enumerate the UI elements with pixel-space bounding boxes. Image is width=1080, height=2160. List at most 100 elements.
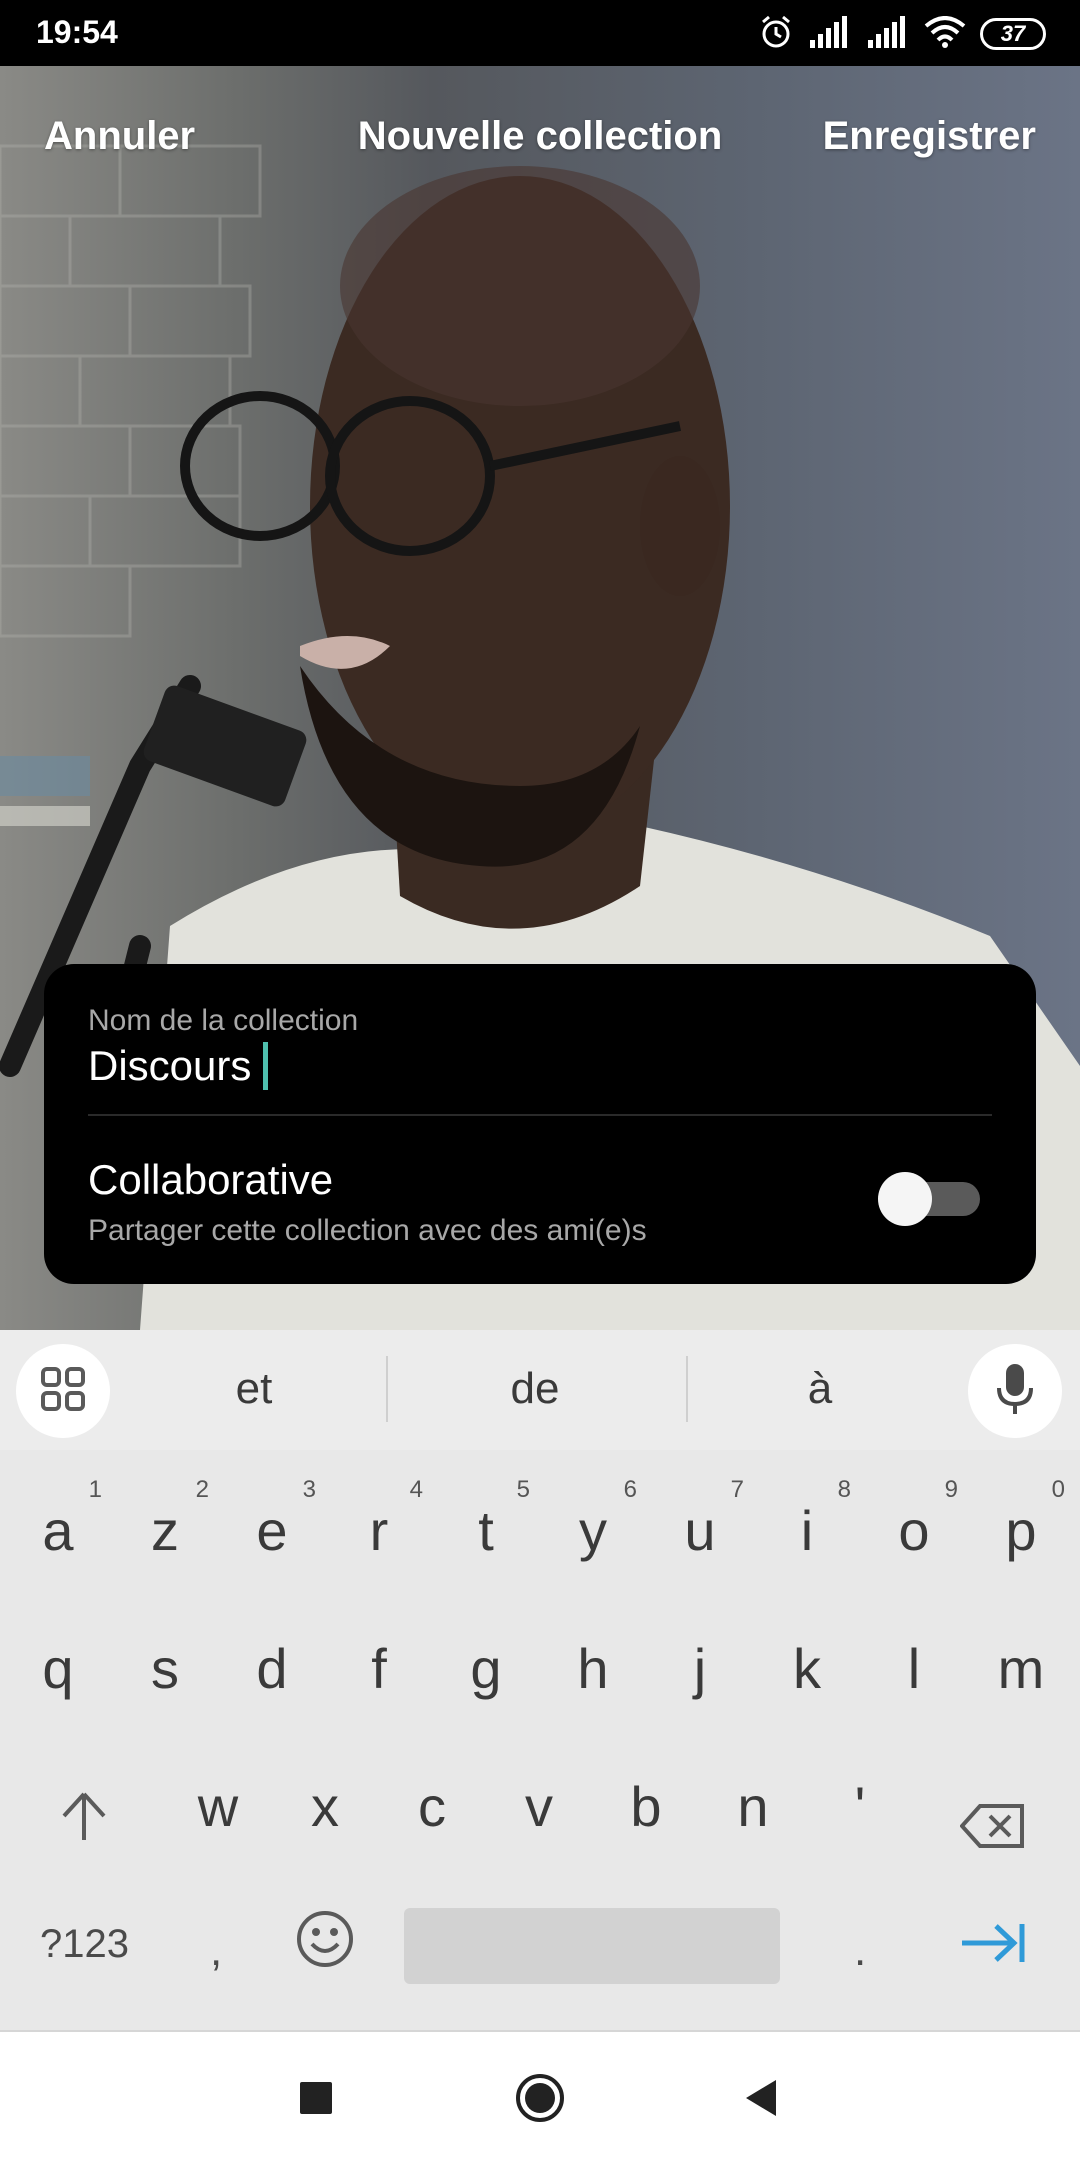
recents-icon[interactable] (298, 2080, 334, 2121)
key-label: x (311, 1775, 339, 1838)
collaborative-toggle[interactable] (878, 1168, 982, 1228)
key-hint: 2 (195, 1476, 209, 1503)
key-label: ' (854, 1775, 866, 1838)
space-key[interactable] (404, 1908, 780, 1984)
key-label: w (197, 1775, 239, 1838)
key-row1-3[interactable]: r4 (325, 1470, 433, 1590)
suggestion-separator (386, 1356, 388, 1422)
battery-icon: 37 (980, 18, 1046, 50)
key-label: i (800, 1499, 814, 1562)
collaborative-title: Collaborative (88, 1156, 334, 1203)
alarm-icon (758, 14, 794, 55)
next-key[interactable] (960, 1920, 1026, 1971)
toggle-thumb (878, 1172, 932, 1226)
emoji-key[interactable] (296, 1910, 354, 1973)
key-row1-7[interactable]: i8 (753, 1470, 861, 1590)
suggestion-2[interactable]: de (435, 1364, 635, 1414)
key-row2-2[interactable]: d (218, 1608, 326, 1728)
key-row3-2[interactable]: c (378, 1746, 486, 1866)
key-row3-6[interactable]: ' (806, 1746, 914, 1866)
key-label: o (898, 1499, 930, 1562)
key-label: y (579, 1499, 607, 1562)
key-row1-5[interactable]: y6 (539, 1470, 647, 1590)
collection-name-input[interactable]: Discours (88, 1042, 269, 1090)
key-label: z (151, 1499, 179, 1562)
navigation-bar (0, 2030, 1080, 2160)
key-label: h (577, 1637, 609, 1700)
keyboard: et de à a1z2e3r4t5y6u7i8o9p0 qsdfghjklm … (0, 1330, 1080, 2030)
key-row1-6[interactable]: u7 (646, 1470, 754, 1590)
key-row2-0[interactable]: q (4, 1608, 112, 1728)
signal-icon (808, 15, 852, 53)
signal-icon (866, 15, 910, 53)
key-label: j (693, 1637, 707, 1700)
key-label: m (997, 1637, 1045, 1700)
key-label: q (42, 1637, 74, 1700)
suggestion-bar: et de à (0, 1330, 1080, 1450)
key-row2-8[interactable]: l (860, 1608, 968, 1728)
key-label: v (525, 1775, 553, 1838)
header: Nouvelle collection Annuler Enregistrer (0, 100, 1080, 180)
shift-key[interactable] (30, 1750, 138, 1870)
key-hint: 3 (302, 1476, 316, 1503)
key-row2-5[interactable]: h (539, 1608, 647, 1728)
key-label: a (42, 1499, 74, 1562)
shift-arrow-icon (60, 1790, 108, 1855)
key-label: e (256, 1499, 288, 1562)
key-label: g (470, 1637, 502, 1700)
tab-arrow-icon (960, 1924, 1026, 1970)
cancel-button[interactable]: Annuler (44, 114, 195, 159)
status-time: 19:54 (36, 14, 118, 50)
key-label: r (369, 1499, 389, 1562)
key-row2-6[interactable]: j (646, 1608, 754, 1728)
status-bar: 19:54 37 (0, 0, 1080, 66)
keyboard-menu-button[interactable] (16, 1344, 110, 1438)
key-label: u (684, 1499, 716, 1562)
text-cursor (263, 1042, 269, 1090)
key-label: d (256, 1637, 288, 1700)
key-row1-9[interactable]: p0 (967, 1470, 1075, 1590)
key-hint: 7 (730, 1476, 744, 1503)
key-row1-1[interactable]: z2 (111, 1470, 219, 1590)
key-row3-3[interactable]: v (485, 1746, 593, 1866)
key-row2-9[interactable]: m (967, 1608, 1075, 1728)
key-label: c (418, 1775, 446, 1838)
key-row1-0[interactable]: a1 (4, 1470, 112, 1590)
symbols-key[interactable]: ?123 (40, 1922, 129, 1967)
key-hint: 9 (944, 1476, 958, 1503)
key-row1-4[interactable]: t5 (432, 1470, 540, 1590)
voice-input-button[interactable] (968, 1344, 1062, 1438)
key-row2-7[interactable]: k (753, 1608, 861, 1728)
grid-icon (39, 1365, 87, 1418)
period-key[interactable]: . (854, 1926, 866, 1976)
backspace-key[interactable] (940, 1750, 1048, 1870)
key-row3-0[interactable]: w (164, 1746, 272, 1866)
suggestion-3[interactable]: à (720, 1364, 920, 1414)
suggestion-1[interactable]: et (154, 1364, 354, 1414)
key-row1-8[interactable]: o9 (860, 1470, 968, 1590)
suggestion-separator (686, 1356, 688, 1422)
back-icon[interactable] (742, 2078, 778, 2123)
key-row3-5[interactable]: n (699, 1746, 807, 1866)
collection-form-card: Nom de la collection Discours Collaborat… (44, 964, 1036, 1284)
key-hint: 1 (88, 1476, 102, 1503)
key-row2-1[interactable]: s (111, 1608, 219, 1728)
key-label: s (151, 1637, 179, 1700)
status-icons: 37 (758, 14, 1046, 54)
save-button[interactable]: Enregistrer (823, 114, 1036, 159)
key-row2-3[interactable]: f (325, 1608, 433, 1728)
key-label: t (478, 1499, 494, 1562)
comma-key[interactable]: , (210, 1926, 222, 1976)
collaborative-subtitle: Partager cette collection avec des ami(e… (88, 1214, 647, 1247)
key-row1-2[interactable]: e3 (218, 1470, 326, 1590)
key-hint: 4 (409, 1476, 423, 1503)
home-icon[interactable] (514, 2072, 566, 2129)
key-hint: 5 (516, 1476, 530, 1503)
backspace-icon (959, 1796, 1026, 1861)
key-label: n (737, 1775, 769, 1838)
key-row2-4[interactable]: g (432, 1608, 540, 1728)
emoji-icon (296, 1911, 354, 1972)
divider (88, 1114, 992, 1116)
key-row3-4[interactable]: b (592, 1746, 700, 1866)
key-row3-1[interactable]: x (271, 1746, 379, 1866)
